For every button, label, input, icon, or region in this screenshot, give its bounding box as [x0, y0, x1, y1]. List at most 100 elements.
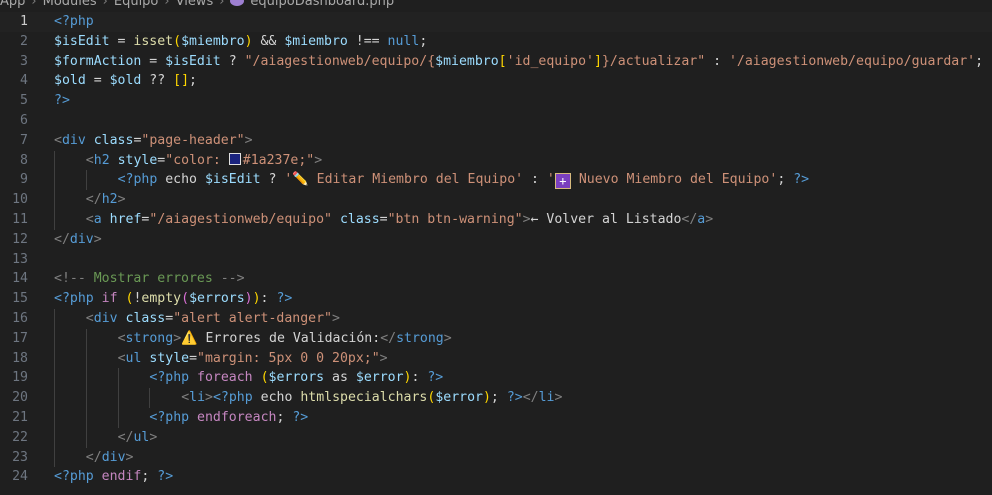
- code-line[interactable]: 1 <?php: [0, 12, 992, 32]
- line-number: 19: [12, 370, 28, 386]
- code-line[interactable]: 14 <!-- Mostrar errores -->: [0, 269, 992, 289]
- code-line[interactable]: 3 $formAction = $isEdit ? "/aiagestionweb…: [0, 52, 992, 72]
- code-token: htmlspecialchars: [300, 390, 428, 406]
- line-number: 21: [12, 409, 28, 425]
- code-token: >: [149, 429, 158, 445]
- breadcrumb-item-views[interactable]: Views: [176, 0, 214, 9]
- code-token: $old: [109, 73, 142, 89]
- breadcrumb: App › Modules › Equipo › Views › equipoD…: [0, 0, 394, 9]
- code-token: ?>: [793, 172, 810, 188]
- code-line[interactable]: 12 </div>: [0, 230, 992, 250]
- line-number: 8: [20, 152, 28, 168]
- code-token: "page-header": [141, 132, 245, 148]
- code-token: (: [173, 33, 182, 49]
- code-line[interactable]: 21 <?php endforeach; ?>: [0, 407, 992, 428]
- code-token: <?php: [54, 291, 94, 307]
- code-line[interactable]: 13: [0, 250, 992, 270]
- code-token: as: [324, 370, 356, 386]
- line-number: 3: [20, 53, 28, 69]
- color-swatch-icon: [228, 152, 241, 165]
- code-line[interactable]: 6: [0, 111, 992, 131]
- code-token: $miembro: [284, 33, 348, 49]
- line-number: 14: [12, 271, 28, 287]
- line-text: <div class="page-header">: [54, 131, 253, 151]
- line-number: 13: [12, 251, 28, 267]
- chevron-right-icon: ›: [102, 0, 108, 9]
- code-line[interactable]: 16 <div class="alert alert-danger">: [0, 308, 992, 329]
- code-line[interactable]: 18 <ul style="margin: 5px 0 0 20px;">: [0, 348, 992, 369]
- code-token: ?>: [276, 291, 293, 307]
- code-line[interactable]: 7 <div class="page-header">: [0, 131, 992, 151]
- code-token: ): [244, 33, 253, 49]
- code-line[interactable]: 9 <?php echo $isEdit ? ' ✏️ Editar Miembro…: [0, 170, 992, 191]
- code-line[interactable]: 8 <h2 style="color: #1a237e;">: [0, 150, 992, 171]
- code-token: !==: [347, 33, 388, 49]
- code-token: foreach: [197, 370, 253, 386]
- line-number: 10: [12, 192, 28, 208]
- code-token: <?php: [149, 370, 190, 386]
- code-token: li: [538, 390, 555, 406]
- code-token: style: [149, 350, 190, 366]
- line-text: <?php echo $isEdit ? ' ✏️ Editar Miembro …: [117, 170, 810, 190]
- code-token: <?php: [54, 469, 94, 485]
- code-token: h2: [101, 192, 118, 208]
- code-token: ?>: [292, 409, 309, 425]
- code-line[interactable]: 22 </ul>: [0, 427, 992, 448]
- indent-guide: [117, 407, 119, 428]
- code-line[interactable]: 23 </div>: [0, 447, 992, 468]
- code-token: >: [379, 350, 388, 366]
- code-token: $isEdit: [204, 172, 261, 188]
- breadcrumb-item-equipo[interactable]: Equipo: [114, 0, 159, 9]
- code-token: <?php: [117, 172, 158, 188]
- code-token: <: [85, 152, 94, 168]
- code-token: :: [705, 53, 729, 69]
- code-token: $errors: [268, 370, 325, 386]
- breadcrumb-item-app[interactable]: App: [0, 0, 25, 9]
- code-token: $error: [355, 370, 404, 386]
- warning-icon: ⚠️: [181, 330, 198, 346]
- line-text: $old = $old ?? [];: [54, 71, 197, 91]
- breadcrumb-item-modules[interactable]: Modules: [43, 0, 97, 9]
- code-token: '/aiagestionweb/equipo/guardar': [728, 53, 976, 69]
- line-text: </ul>: [118, 428, 158, 448]
- code-line[interactable]: 19 <?php foreach ($errors as $error): ?>: [0, 368, 992, 389]
- code-line[interactable]: 2 $isEdit = isset($miembro) && $miembro !…: [0, 32, 992, 52]
- line-number: 7: [20, 132, 28, 148]
- code-token: strong: [396, 330, 444, 346]
- code-token: :: [260, 291, 277, 307]
- indent-guide: [54, 328, 55, 349]
- code-editor[interactable]: App › Modules › Equipo › Views › equipoD…: [0, 0, 992, 495]
- code-area[interactable]: 1 <?php 2 $isEdit = isset($miembro) && $mie…: [0, 12, 992, 487]
- code-line[interactable]: 11 <a href="/aiagestionweb/equipo" class=…: [0, 209, 992, 230]
- line-text: <ul style="margin: 5px 0 0 20px;">: [118, 349, 388, 369]
- code-token: >: [314, 152, 323, 168]
- code-token: class: [339, 211, 380, 227]
- code-token: ': [546, 172, 555, 188]
- indent-guide: [85, 427, 87, 448]
- code-line[interactable]: 17 <strong>⚠️ Errores de Validación:</str…: [0, 328, 992, 349]
- code-line[interactable]: 5 ?>: [0, 91, 992, 111]
- code-token: <: [181, 390, 190, 406]
- chevron-right-icon: ›: [164, 0, 170, 9]
- code-line[interactable]: 24 <?php endif; ?>: [0, 467, 992, 487]
- line-number: 16: [12, 310, 28, 326]
- code-line[interactable]: 4 $old = $old ?? [];: [0, 71, 992, 91]
- code-line[interactable]: 15 <?php if (!empty($errors)): ?>: [0, 289, 992, 309]
- code-line[interactable]: 20 <li><?php echo htmlspecialchars($error…: [0, 388, 992, 408]
- line-text: ?>: [54, 91, 70, 111]
- code-token: <?php: [212, 390, 253, 406]
- code-token: </: [54, 231, 70, 247]
- breadcrumb-item-file[interactable]: equipoDashboard.php: [250, 0, 394, 9]
- code-line[interactable]: 10 </h2>: [0, 190, 992, 210]
- code-token: "margin: 5px 0 0 20px;": [197, 350, 380, 366]
- line-number: 9: [20, 172, 28, 188]
- line-text: <?php foreach ($errors as $error): ?>: [149, 368, 443, 388]
- code-token: a: [93, 211, 102, 227]
- line-text: <h2 style="color: #1a237e;">: [86, 151, 322, 171]
- code-token: </: [85, 449, 102, 465]
